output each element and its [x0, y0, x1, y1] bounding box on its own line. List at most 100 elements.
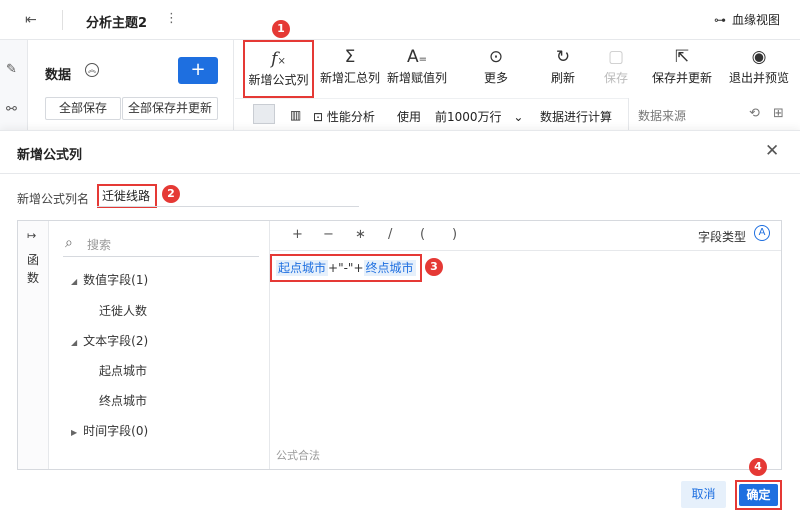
divider	[0, 173, 800, 174]
grid-icon[interactable]	[253, 104, 275, 124]
caret-down-icon: ◢	[71, 277, 78, 286]
function-label: 函数	[27, 253, 40, 285]
analysis-title: 分析主题2	[86, 16, 148, 31]
callout-3: 3	[425, 258, 443, 276]
assign-icon: A=	[406, 47, 428, 67]
tree-node-label: 时间字段(0)	[83, 424, 149, 438]
save-update-icon: ⇱	[674, 47, 690, 67]
field-chip: 终点城市	[363, 260, 416, 276]
open-paren-operator[interactable]: (	[420, 227, 425, 242]
formula-editor-box: ↦ 函数 ⌕ 搜索 ◢ 数值字段(1) 迁徙人数 ◢ 文本字段(2) 起点城市 终点…	[17, 220, 782, 470]
new-summary-column-label: 新增汇总列	[319, 71, 380, 85]
field-item[interactable]: 终点城市	[99, 392, 147, 409]
new-assign-column-label: 新增赋值列	[386, 71, 447, 85]
ok-button[interactable]: 确定	[735, 480, 782, 510]
more-button[interactable]: ⊙ 更多	[480, 40, 512, 98]
field-type-icon[interactable]: A	[754, 225, 770, 241]
name-underline	[97, 206, 359, 207]
field-chip: 起点城市	[276, 260, 329, 276]
new-formula-column-button[interactable]: f× 新增公式列	[243, 40, 314, 98]
column-name-label: 新增公式列名	[17, 192, 90, 206]
more-circle-icon: ⊙	[488, 47, 504, 67]
close-icon[interactable]: ✕	[765, 141, 779, 161]
refresh-label: 刷新	[550, 71, 575, 85]
multiply-operator[interactable]: ∗	[355, 227, 366, 242]
new-formula-column-label: 新增公式列	[248, 73, 309, 87]
sigma-icon: Σ	[344, 47, 356, 67]
perf-analysis-button[interactable]: ⊡ 性能分析	[313, 108, 375, 125]
divide-operator[interactable]: /	[388, 227, 392, 242]
data-source-panel: 数据来源 ⟲ ⊞	[628, 98, 800, 130]
data-panel: 数据 ︽ + 全部保存 全部保存并更新	[28, 40, 234, 130]
formula-icon: f×	[271, 49, 286, 69]
refresh-icon: ↻	[555, 47, 571, 67]
perf-label: 性能分析	[326, 110, 375, 124]
dialog-title: 新增公式列	[17, 148, 83, 163]
minus-operator[interactable]: −	[323, 227, 334, 242]
divider	[62, 10, 63, 30]
save-icon: ▢	[607, 47, 625, 67]
top-bar: ⇤ 分析主题2 ⋮ ⊶ 血缘视图	[0, 0, 800, 40]
search-icon: ⌕	[65, 235, 73, 251]
edit-icon[interactable]: ✎	[6, 62, 17, 77]
exit-preview-label: 退出并预览	[728, 71, 789, 85]
save-button[interactable]: ▢ 保存	[601, 40, 631, 98]
use-label: 使用	[397, 110, 422, 124]
rows-value: 前1000万行	[435, 110, 502, 124]
cancel-button[interactable]: 取消	[681, 481, 726, 508]
close-paren-operator[interactable]: )	[452, 227, 457, 242]
toolbar: f× 新增公式列 Σ 新增汇总列 A= 新增赋值列 ⊙ 更多 ↻ 刷新 ▢ 保存…	[235, 40, 800, 98]
table-icon[interactable]: ▥	[290, 108, 301, 122]
rows-select[interactable]: 前1000万行 ⌄	[435, 108, 523, 125]
field-item[interactable]: 起点城市	[99, 362, 147, 379]
search-box[interactable]: ⌕ 搜索	[63, 231, 259, 257]
field-item[interactable]: 迁徙人数	[99, 302, 147, 319]
collapse-icon[interactable]: ︽	[85, 63, 99, 77]
save-update-label: 保存并更新	[651, 71, 712, 85]
layout-icon[interactable]: ⊞	[773, 106, 784, 121]
column-name-input[interactable]: 迁徙线路	[97, 184, 157, 208]
ok-label: 确定	[739, 484, 778, 506]
refresh-button[interactable]: ↻ 刷新	[548, 40, 578, 98]
formula-input[interactable]: 起点城市 +"-"+ 终点城市	[270, 254, 422, 282]
link-icon[interactable]: ⚯	[6, 102, 17, 117]
lineage-label: 血缘视图	[731, 13, 780, 27]
function-rail[interactable]: ↦ 函数	[18, 221, 49, 469]
more-label: 更多	[483, 71, 508, 85]
formula-valid-text: 公式合法	[276, 449, 320, 462]
search-input[interactable]: 搜索	[87, 236, 111, 253]
calc-label: 数据进行计算	[540, 110, 613, 124]
plus-operator[interactable]: +	[292, 227, 303, 242]
lineage-view-button[interactable]: ⊶ 血缘视图	[714, 11, 780, 28]
exit-preview-button[interactable]: ◉ 退出并预览	[726, 40, 792, 98]
lineage-icon: ⊶	[713, 13, 726, 27]
tree-node-text[interactable]: ◢ 文本字段(2)	[71, 332, 148, 349]
save-all-button[interactable]: 全部保存	[45, 97, 121, 120]
field-panel: ⌕ 搜索 ◢ 数值字段(1) 迁徙人数 ◢ 文本字段(2) 起点城市 终点城市 ▶ 时…	[49, 221, 270, 469]
left-rail: ✎ ⚯	[0, 40, 28, 130]
tree-node-label: 数值字段(1)	[83, 273, 149, 287]
tree-node-time[interactable]: ▶ 时间字段(0)	[71, 422, 148, 439]
new-assign-column-button[interactable]: A= 新增赋值列	[385, 40, 449, 98]
tree-node-numeric[interactable]: ◢ 数值字段(1)	[71, 271, 148, 288]
data-source-label: 数据来源	[638, 109, 687, 123]
save-all-update-button[interactable]: 全部保存并更新	[122, 97, 218, 120]
callout-2: 2	[162, 185, 180, 203]
history-icon[interactable]: ⟲	[749, 106, 760, 121]
add-button[interactable]: +	[178, 57, 218, 84]
callout-1: 1	[272, 20, 290, 38]
caret-down-icon: ◢	[71, 338, 78, 347]
caret-right-icon: ▶	[71, 428, 78, 437]
field-type-label: 字段类型	[698, 230, 747, 244]
operator-bar: + − ∗ / ( ) 字段类型 A	[270, 221, 781, 251]
formula-editor: + − ∗ / ( ) 字段类型 A 起点城市 +"-"+ 终点城市 公式合法	[270, 221, 781, 469]
new-summary-column-button[interactable]: Σ 新增汇总列	[317, 40, 383, 98]
chevron-down-icon: ⌄	[513, 110, 524, 124]
more-icon[interactable]: ⋮	[165, 11, 178, 26]
callout-4: 4	[749, 458, 767, 476]
save-update-button[interactable]: ⇱ 保存并更新	[649, 40, 715, 98]
new-formula-column-dialog: 新增公式列 ✕ 新增公式列名 迁徙线路 2 ↦ 函数 ⌕ 搜索 ◢ 数值字段(1)…	[0, 130, 800, 515]
exit-icon[interactable]: ⇤	[25, 12, 37, 28]
expand-icon[interactable]: ↦	[27, 229, 36, 242]
eye-icon: ◉	[751, 47, 767, 67]
